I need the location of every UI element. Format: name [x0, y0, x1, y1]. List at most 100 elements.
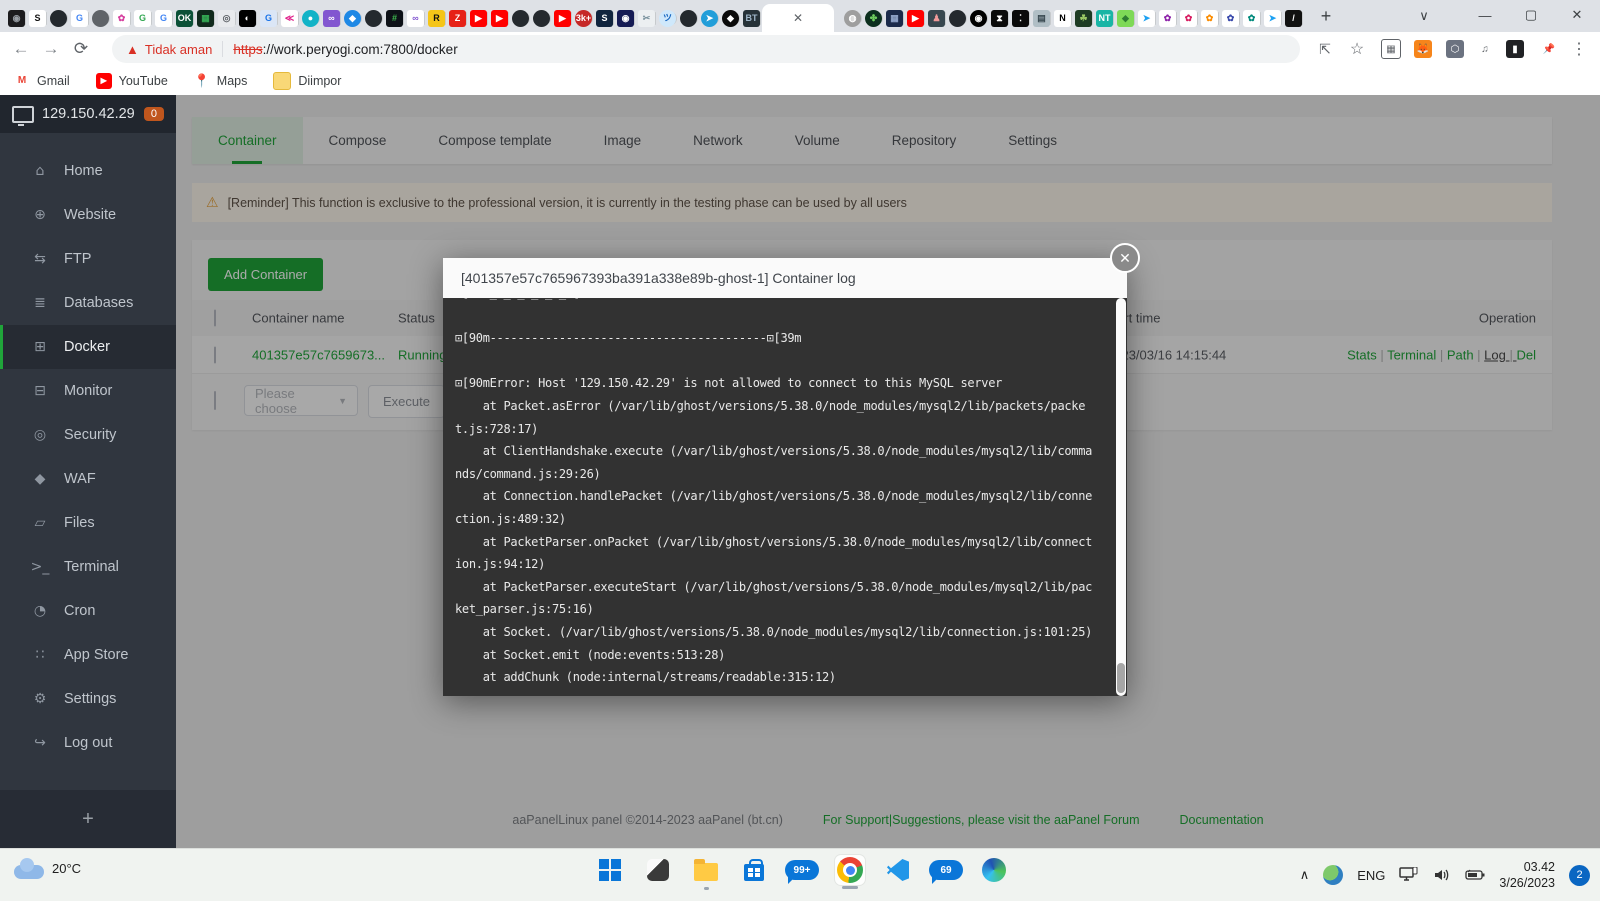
browser-tab-favicon[interactable]: ➤	[1138, 10, 1155, 27]
browser-tab-favicon[interactable]: ▤	[1033, 10, 1050, 27]
browser-tab-favicon[interactable]: ▶	[907, 10, 924, 27]
extension-playlist-icon[interactable]: ♫	[1472, 37, 1498, 61]
browser-tab-favicon[interactable]: Z	[449, 10, 466, 27]
browser-tab-favicon[interactable]: ◉	[617, 10, 634, 27]
address-bar[interactable]: ▲ Tidak aman https ://work.peryogi.com:7…	[112, 35, 1300, 63]
browser-tab-favicon[interactable]: S	[596, 10, 613, 27]
browser-tab-favicon[interactable]: ▶	[470, 10, 487, 27]
browser-tab-favicon[interactable]: ◉	[8, 10, 25, 27]
sidebar-item-waf[interactable]: ◆WAF	[0, 457, 176, 501]
sidebar-item-app-store[interactable]: ∷App Store	[0, 633, 176, 677]
browser-tab-favicon[interactable]: /	[1285, 10, 1302, 27]
browser-tab-favicon[interactable]: ∞	[407, 10, 424, 27]
browser-tab-favicon[interactable]: 3k+	[575, 10, 592, 27]
browser-tab-favicon[interactable]: ☘	[1075, 10, 1092, 27]
chat-badge-icon[interactable]: 99+	[787, 855, 817, 885]
browser-tab-favicon[interactable]: ✿	[1243, 10, 1260, 27]
browser-tab-favicon[interactable]: ⁚	[1012, 10, 1029, 27]
browser-tab-favicon[interactable]: BT	[743, 10, 760, 27]
browser-tab-favicon[interactable]: ➤	[701, 10, 718, 27]
browser-tab-favicon[interactable]: S	[29, 10, 46, 27]
browser-tab-favicon[interactable]: ✿	[1159, 10, 1176, 27]
browser-tab-favicon[interactable]: ▶	[491, 10, 508, 27]
browser-tab-favicon[interactable]: G	[155, 10, 172, 27]
start-button[interactable]	[595, 855, 625, 885]
browser-tab-favicon[interactable]: ✿	[1180, 10, 1197, 27]
browser-tab-favicon[interactable]: ◎	[218, 10, 235, 27]
browser-tab-favicon[interactable]: #	[386, 10, 403, 27]
edge-icon[interactable]	[979, 855, 1009, 885]
browser-tab-favicon[interactable]: ▦	[197, 10, 214, 27]
browser-tab-favicon[interactable]: ✿	[113, 10, 130, 27]
extension-puzzle-icon[interactable]: ⬡	[1442, 37, 1468, 61]
browser-tab-favicon[interactable]: ▦	[886, 10, 903, 27]
sidebar-item-ftp[interactable]: ⇆FTP	[0, 237, 176, 281]
not-secure-label[interactable]: Tidak aman	[145, 42, 212, 57]
tab-close-icon[interactable]: ✕	[789, 9, 807, 27]
browser-menu-icon[interactable]: ⋮	[1566, 37, 1592, 61]
active-browser-tab[interactable]: ✕	[762, 4, 834, 32]
sidebar-item-cron[interactable]: ◔Cron	[0, 589, 176, 633]
browser-tab-favicon[interactable]: G	[260, 10, 277, 27]
battery-icon[interactable]	[1465, 869, 1485, 881]
metamask-extension-icon[interactable]: 🦊	[1410, 37, 1436, 61]
browser-tab-favicon[interactable]: ✤	[865, 10, 882, 27]
message-count-badge[interactable]: 0	[144, 107, 164, 121]
weather-widget[interactable]: 20°C	[14, 857, 81, 879]
browser-tab-favicon[interactable]: G	[134, 10, 151, 27]
notification-badge[interactable]: 2	[1569, 865, 1590, 886]
browser-tab-favicon[interactable]: ✂	[638, 10, 655, 27]
tray-chevron-icon[interactable]: ∧	[1300, 867, 1310, 883]
minimize-button[interactable]: —	[1462, 0, 1508, 30]
browser-tab-favicon[interactable]	[533, 10, 550, 27]
sidebar-item-docker[interactable]: ⊞Docker	[0, 325, 176, 369]
browser-tab-favicon[interactable]: ◍	[844, 10, 861, 27]
search-button[interactable]	[643, 855, 673, 885]
volume-icon[interactable]	[1433, 867, 1451, 883]
log-scrollbar[interactable]	[1116, 298, 1126, 696]
browser-tab-favicon[interactable]: ∞	[323, 10, 340, 27]
browser-tab-favicon[interactable]: G	[71, 10, 88, 27]
browser-tab-favicon[interactable]	[680, 10, 697, 27]
browser-tab-favicon[interactable]	[512, 10, 529, 27]
browser-tab-favicon[interactable]: NT	[1096, 10, 1113, 27]
vscode-icon[interactable]	[883, 855, 913, 885]
reload-button[interactable]: ⟳	[66, 35, 96, 63]
new-tab-button[interactable]: +	[1312, 2, 1340, 30]
server-header[interactable]: 129.150.42.29 0	[0, 95, 176, 133]
sidebar-add-button[interactable]: +	[0, 790, 176, 848]
microsoft-store-icon[interactable]	[739, 855, 769, 885]
browser-tab-favicon[interactable]	[365, 10, 382, 27]
close-button[interactable]: ✕	[1554, 0, 1600, 30]
network-icon[interactable]	[1399, 867, 1419, 883]
sidebar-item-databases[interactable]: ≣Databases	[0, 281, 176, 325]
browser-tab-favicon[interactable]: ⧗	[991, 10, 1008, 27]
browser-tab-favicon[interactable]: OK	[176, 10, 193, 27]
sidebar-item-log-out[interactable]: ↪Log out	[0, 721, 176, 765]
bookmark-maps[interactable]: 📍 Maps	[194, 73, 248, 89]
clock[interactable]: 03.42 3/26/2023	[1499, 859, 1555, 892]
browser-tab-favicon[interactable]: ◆	[344, 10, 361, 27]
extension-dark-icon[interactable]: ▮	[1502, 37, 1528, 61]
extension-pin-icon[interactable]: 📌	[1536, 37, 1562, 61]
browser-tab-favicon[interactable]: ✿	[1222, 10, 1239, 27]
tab-search-chevron-icon[interactable]: ∨	[1410, 4, 1438, 28]
sidebar-item-monitor[interactable]: ⊟Monitor	[0, 369, 176, 413]
browser-tab-favicon[interactable]: ≪	[281, 10, 298, 27]
sidebar-item-settings[interactable]: ⚙Settings	[0, 677, 176, 721]
not-secure-icon[interactable]: ▲	[126, 42, 139, 57]
bookmark-star-icon[interactable]: ☆	[1344, 37, 1370, 61]
idm-tray-icon[interactable]	[1323, 865, 1343, 885]
browser-tab-favicon[interactable]: R	[428, 10, 445, 27]
bookmark-imported-folder[interactable]: Diimpor	[273, 72, 341, 90]
bookmark-gmail[interactable]: M Gmail	[14, 73, 70, 89]
browser-tab-favicon[interactable]	[949, 10, 966, 27]
chat-badge-icon-2[interactable]: 69	[931, 855, 961, 885]
forward-button[interactable]: →	[36, 35, 66, 63]
browser-tab-favicon[interactable]: ◆	[1117, 10, 1134, 27]
browser-tab-favicon[interactable]: ▶	[554, 10, 571, 27]
browser-tab-favicon[interactable]: ◐	[239, 10, 256, 27]
browser-tab-favicon[interactable]: ◉	[970, 10, 987, 27]
sidebar-item-terminal[interactable]: >_Terminal	[0, 545, 176, 589]
browser-tab-favicon[interactable]	[92, 10, 109, 27]
